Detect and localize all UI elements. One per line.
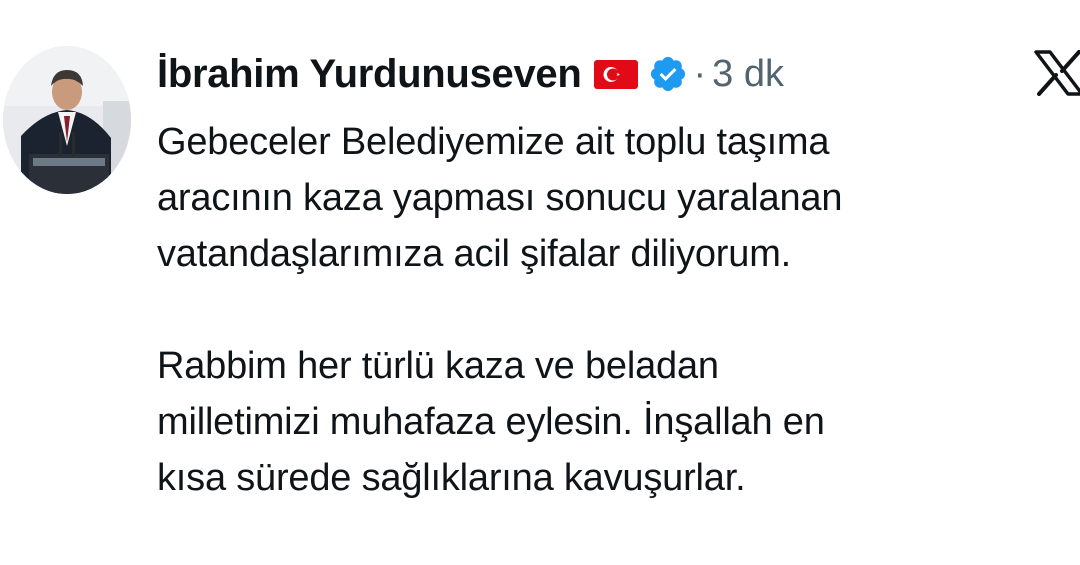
meta-separator: · (693, 52, 707, 95)
tweet-card[interactable]: İbrahim Yurdunuseven · 3 dk Gebeceler Be… (0, 0, 1080, 565)
verified-badge-icon (648, 54, 688, 94)
tweet-header: İbrahim Yurdunuseven · 3 dk (157, 50, 784, 98)
author-name[interactable]: İbrahim Yurdunuseven (157, 52, 582, 97)
tweet-text: Gebeceler Belediyemize ait toplu taşıma … (157, 121, 843, 499)
avatar[interactable] (3, 46, 131, 194)
x-logo-icon[interactable] (1034, 50, 1080, 96)
avatar-image (3, 46, 131, 194)
turkey-flag-icon (593, 59, 638, 89)
timestamp[interactable]: 3 dk (712, 53, 784, 96)
